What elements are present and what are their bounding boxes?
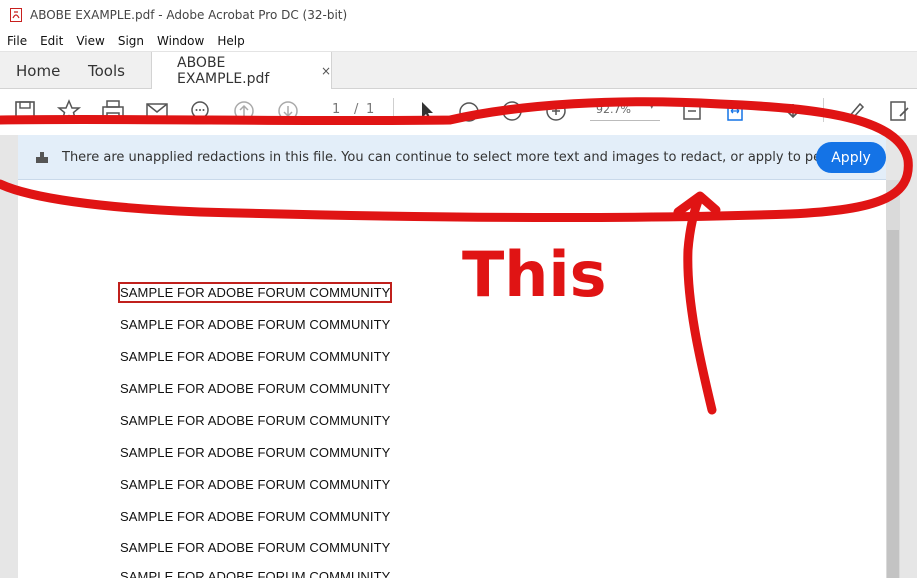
- sign-pen-icon[interactable]: [842, 98, 868, 124]
- comment-icon[interactable]: [187, 98, 213, 124]
- page-up-icon[interactable]: [231, 98, 257, 124]
- select-cursor-icon[interactable]: [414, 98, 440, 124]
- hand-icon[interactable]: [456, 98, 482, 124]
- scroll-mode-icon[interactable]: [722, 98, 748, 124]
- redaction-mark[interactable]: [118, 282, 392, 303]
- tab-document-label: ABOBE EXAMPLE.pdf: [177, 54, 270, 87]
- text-line[interactable]: SAMPLE FOR ADOBE FORUM COMMUNITY: [120, 445, 390, 460]
- tab-document[interactable]: ABOBE EXAMPLE.pdf ×: [151, 52, 332, 89]
- window-title: ABOBE EXAMPLE.pdf - Adobe Acrobat Pro DC…: [30, 8, 348, 22]
- main-toolbar: 1 / 1 92.7% ▾: [0, 89, 917, 135]
- page-number-current[interactable]: 1: [332, 102, 340, 117]
- text-line[interactable]: SAMPLE FOR ADOBE FORUM COMMUNITY: [120, 540, 390, 555]
- chevron-down-icon: ▾: [649, 102, 654, 112]
- email-icon[interactable]: [144, 98, 170, 124]
- scrollbar-thumb[interactable]: [887, 230, 899, 578]
- menu-file[interactable]: File: [7, 34, 27, 48]
- download-icon[interactable]: [780, 98, 806, 124]
- window-titlebar: ABOBE EXAMPLE.pdf - Adobe Acrobat Pro DC…: [0, 0, 917, 30]
- print-icon[interactable]: [100, 98, 126, 124]
- menu-help[interactable]: Help: [217, 34, 244, 48]
- page-number-total: 1: [366, 102, 375, 117]
- toolbar-divider-2: [823, 98, 824, 122]
- text-line[interactable]: SAMPLE FOR ADOBE FORUM COMMUNITY: [120, 569, 390, 578]
- menu-edit[interactable]: Edit: [40, 34, 63, 48]
- menu-window[interactable]: Window: [157, 34, 204, 48]
- fit-page-icon[interactable]: [679, 98, 705, 124]
- toolbar-divider: [393, 98, 394, 122]
- menu-bar: File Edit View Sign Window Help: [0, 30, 917, 52]
- zoom-level-select[interactable]: 92.7% ▾: [590, 99, 660, 121]
- text-line[interactable]: SAMPLE FOR ADOBE FORUM COMMUNITY: [120, 477, 390, 492]
- redact-icon: [36, 152, 48, 163]
- zoom-in-icon[interactable]: [543, 98, 569, 124]
- text-line[interactable]: SAMPLE FOR ADOBE FORUM COMMUNITY: [120, 349, 390, 364]
- fill-sign-icon[interactable]: [886, 98, 912, 124]
- text-line[interactable]: SAMPLE FOR ADOBE FORUM COMMUNITY: [120, 509, 390, 524]
- redaction-banner: There are unapplied redactions in this f…: [18, 135, 886, 180]
- menu-sign[interactable]: Sign: [118, 34, 144, 48]
- zoom-level-value: 92.7%: [596, 103, 631, 116]
- page-number-separator: /: [354, 102, 359, 117]
- bookmark-star-icon[interactable]: [56, 98, 82, 124]
- zoom-out-icon[interactable]: [499, 98, 525, 124]
- pdf-file-icon: [10, 8, 22, 22]
- save-icon[interactable]: [12, 98, 38, 124]
- tab-bar: Home Tools ABOBE EXAMPLE.pdf ×: [0, 52, 917, 89]
- text-line[interactable]: SAMPLE FOR ADOBE FORUM COMMUNITY: [120, 381, 390, 396]
- text-line[interactable]: SAMPLE FOR ADOBE FORUM COMMUNITY: [120, 413, 390, 428]
- close-tab-icon[interactable]: ×: [321, 64, 331, 78]
- menu-view[interactable]: View: [76, 34, 104, 48]
- page-down-icon[interactable]: [275, 98, 301, 124]
- apply-button[interactable]: Apply: [816, 142, 886, 173]
- tab-home[interactable]: Home: [16, 52, 60, 89]
- tab-tools[interactable]: Tools: [88, 52, 125, 89]
- banner-message: There are unapplied redactions in this f…: [62, 149, 852, 165]
- text-line[interactable]: SAMPLE FOR ADOBE FORUM COMMUNITY: [120, 317, 390, 332]
